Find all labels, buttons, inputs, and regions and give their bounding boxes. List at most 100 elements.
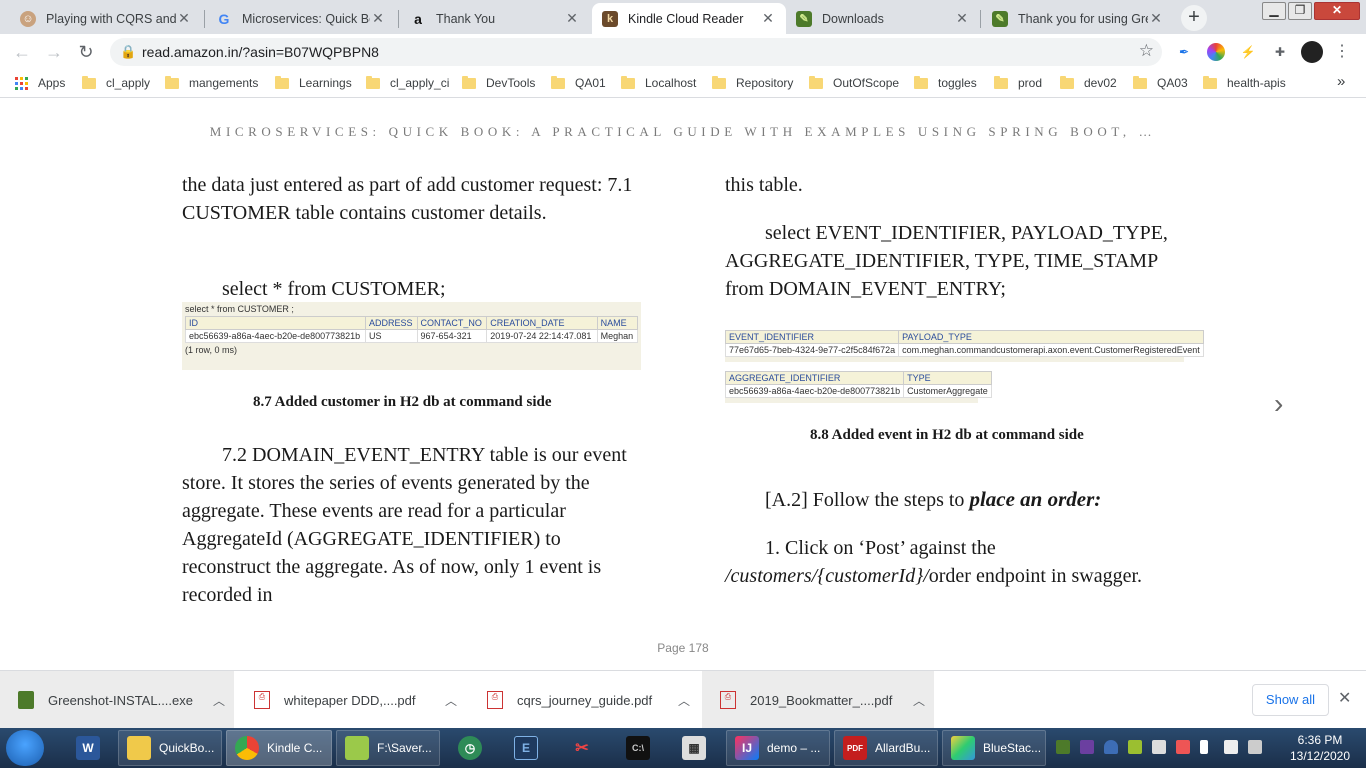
- volume-icon[interactable]: [1248, 740, 1262, 754]
- tab-microservices[interactable]: G Microservices: Quick Boo ✕: [206, 3, 396, 34]
- bolt-extension-icon[interactable]: ⚡: [1239, 43, 1257, 61]
- item-suffix: order endpoint in swagger.: [928, 565, 1143, 587]
- table-row: ebc56639-a86a-4aec-b20e-de800773821b Cus…: [724, 384, 992, 398]
- forward-button[interactable]: →: [42, 40, 66, 64]
- bookmark-folder[interactable]: Repository: [712, 75, 793, 90]
- new-tab-button[interactable]: +: [1181, 5, 1207, 31]
- tab-title: Thank you for using Gree: [1018, 11, 1148, 26]
- bookmark-folder[interactable]: OutOfScope: [809, 75, 900, 90]
- bookmark-folder[interactable]: QA03: [1133, 75, 1188, 90]
- close-downloads-icon[interactable]: ✕: [1338, 688, 1351, 708]
- taskbar-item[interactable]: IJ demo – ...: [726, 730, 830, 766]
- apps-shortcut[interactable]: Apps: [15, 76, 65, 90]
- download-item[interactable]: ⎙ cqrs_journey_guide.pdf ︿: [469, 671, 699, 729]
- clock-time: 6:36 PM: [1297, 733, 1343, 747]
- taskbar-item[interactable]: W: [68, 730, 108, 766]
- bookmark-folder[interactable]: health-apis: [1203, 75, 1286, 90]
- media-tray-icon[interactable]: [1176, 740, 1190, 754]
- bookmark-folder[interactable]: Learnings: [275, 75, 352, 90]
- address-bar[interactable]: 🔒 read.amazon.in/?asin=B07WQPBPN8 ☆: [110, 38, 1162, 66]
- chevron-up-icon[interactable]: ︿: [904, 692, 934, 709]
- folder-icon: [712, 75, 726, 89]
- greenshot-tray-icon[interactable]: [1056, 740, 1070, 754]
- taskbar-item[interactable]: ◷: [450, 730, 490, 766]
- window-close-button[interactable]: ✕: [1314, 2, 1360, 20]
- item-prefix: 1. Click on ‘Post’ against the: [765, 537, 996, 559]
- display-icon[interactable]: [1224, 740, 1238, 754]
- chevron-up-icon[interactable]: ︿: [204, 692, 234, 709]
- notepad-icon: [345, 736, 369, 760]
- taskbar-item[interactable]: C:\: [618, 730, 658, 766]
- close-icon[interactable]: ✕: [564, 10, 580, 27]
- bookmark-folder[interactable]: Localhost: [621, 75, 696, 90]
- folder-icon: [366, 75, 380, 89]
- taskbar-item[interactable]: PDF AllardBu...: [834, 730, 938, 766]
- folder-icon: [275, 75, 289, 89]
- download-item[interactable]: ⎙ 2019_Bookmatter_....pdf ︿: [702, 671, 934, 729]
- bookmark-folder[interactable]: prod: [994, 75, 1042, 90]
- close-icon[interactable]: ✕: [1148, 10, 1164, 27]
- app-tray-icon[interactable]: [1080, 740, 1094, 754]
- taskbar-item[interactable]: QuickBo...: [118, 730, 222, 766]
- book-title: MICROSERVICES: QUICK BOOK: A PRACTICAL G…: [209, 124, 1157, 139]
- taskbar-label: AllardBu...: [875, 741, 931, 755]
- taskbar-item[interactable]: Kindle C...: [226, 730, 332, 766]
- bookmark-folder[interactable]: dev02: [1060, 75, 1117, 90]
- back-button[interactable]: ←: [10, 40, 34, 64]
- minimize-button[interactable]: ▁: [1262, 2, 1286, 20]
- download-item[interactable]: Greenshot-INSTAL....exe ︿: [0, 671, 234, 729]
- show-all-button[interactable]: Show all: [1252, 684, 1329, 716]
- network-graph-icon[interactable]: [1152, 740, 1166, 754]
- taskbar-item[interactable]: ✂: [562, 730, 602, 766]
- close-icon[interactable]: ✕: [370, 10, 386, 27]
- tab-downloads[interactable]: ✎ Downloads ✕: [786, 3, 980, 34]
- pen-extension-icon[interactable]: ✒: [1175, 43, 1193, 61]
- folder-icon: [82, 75, 96, 89]
- chevron-up-icon[interactable]: ︿: [669, 692, 699, 709]
- taskbar-item[interactable]: E: [506, 730, 546, 766]
- figure-caption: 8.8 Added event in H2 db at command side: [810, 427, 1084, 443]
- bluestacks-tray-icon[interactable]: [1128, 740, 1142, 754]
- kindle-icon: k: [602, 10, 618, 27]
- bookmark-folder[interactable]: mangements: [165, 75, 258, 90]
- download-item[interactable]: ⎙ whitepaper DDD,....pdf ︿: [236, 671, 466, 729]
- taskbar-item[interactable]: BlueStac...: [942, 730, 1046, 766]
- lock-icon: 🔒: [120, 44, 137, 59]
- bookmark-star-icon[interactable]: ☆: [1139, 41, 1154, 61]
- tab-cqrs[interactable]: ☺ Playing with CQRS and E ✕: [10, 3, 202, 34]
- next-page-arrow-icon[interactable]: ›: [1274, 388, 1283, 420]
- shield-icon[interactable]: [1104, 740, 1118, 754]
- maximize-button[interactable]: ❐: [1288, 2, 1312, 20]
- bookmark-folder[interactable]: DevTools: [462, 75, 535, 90]
- color-picker-extension-icon[interactable]: [1207, 43, 1225, 61]
- flag-icon[interactable]: [1200, 740, 1208, 754]
- profile-avatar[interactable]: [1301, 41, 1323, 63]
- column-header: EVENT_IDENTIFIER: [724, 330, 900, 344]
- system-clock[interactable]: 6:36 PM 13/12/2020: [1284, 732, 1356, 764]
- tab-kindle-cloud-reader[interactable]: k Kindle Cloud Reader ✕: [592, 3, 786, 34]
- chevron-up-icon[interactable]: ︿: [436, 692, 466, 709]
- bookmark-folder[interactable]: QA01: [551, 75, 606, 90]
- step-emphasis: place an order:: [969, 487, 1102, 511]
- close-icon[interactable]: ✕: [760, 10, 776, 27]
- tab-greenshot-thanks[interactable]: ✎ Thank you for using Gree ✕: [982, 3, 1174, 34]
- bookmark-folder[interactable]: cl_apply: [82, 75, 150, 90]
- close-icon[interactable]: ✕: [954, 10, 970, 27]
- tab-thank-you[interactable]: a Thank You ✕: [400, 3, 590, 34]
- start-button[interactable]: [6, 730, 44, 766]
- calculator-icon: ▦: [682, 736, 706, 760]
- bookmark-folder[interactable]: cl_apply_ci: [366, 75, 449, 90]
- close-icon[interactable]: ✕: [176, 10, 192, 27]
- taskbar-item[interactable]: F:\Saver...: [336, 730, 440, 766]
- bookmark-folder[interactable]: toggles: [914, 75, 977, 90]
- table-cell: ebc56639-a86a-4aec-b20e-de800773821b: [185, 329, 366, 343]
- column-header: AGGREGATE_IDENTIFIER: [724, 371, 905, 385]
- folder-icon: [462, 75, 476, 89]
- menu-kebab-icon[interactable]: ⋮: [1333, 43, 1351, 61]
- reload-button[interactable]: ↻: [74, 40, 98, 64]
- bookmarks-overflow-button[interactable]: »: [1337, 73, 1345, 90]
- bookmark-label: OutOfScope: [833, 76, 900, 90]
- extensions-puzzle-icon[interactable]: ✚: [1271, 43, 1289, 61]
- amazon-icon: a: [414, 10, 422, 27]
- taskbar-item[interactable]: ▦: [674, 730, 714, 766]
